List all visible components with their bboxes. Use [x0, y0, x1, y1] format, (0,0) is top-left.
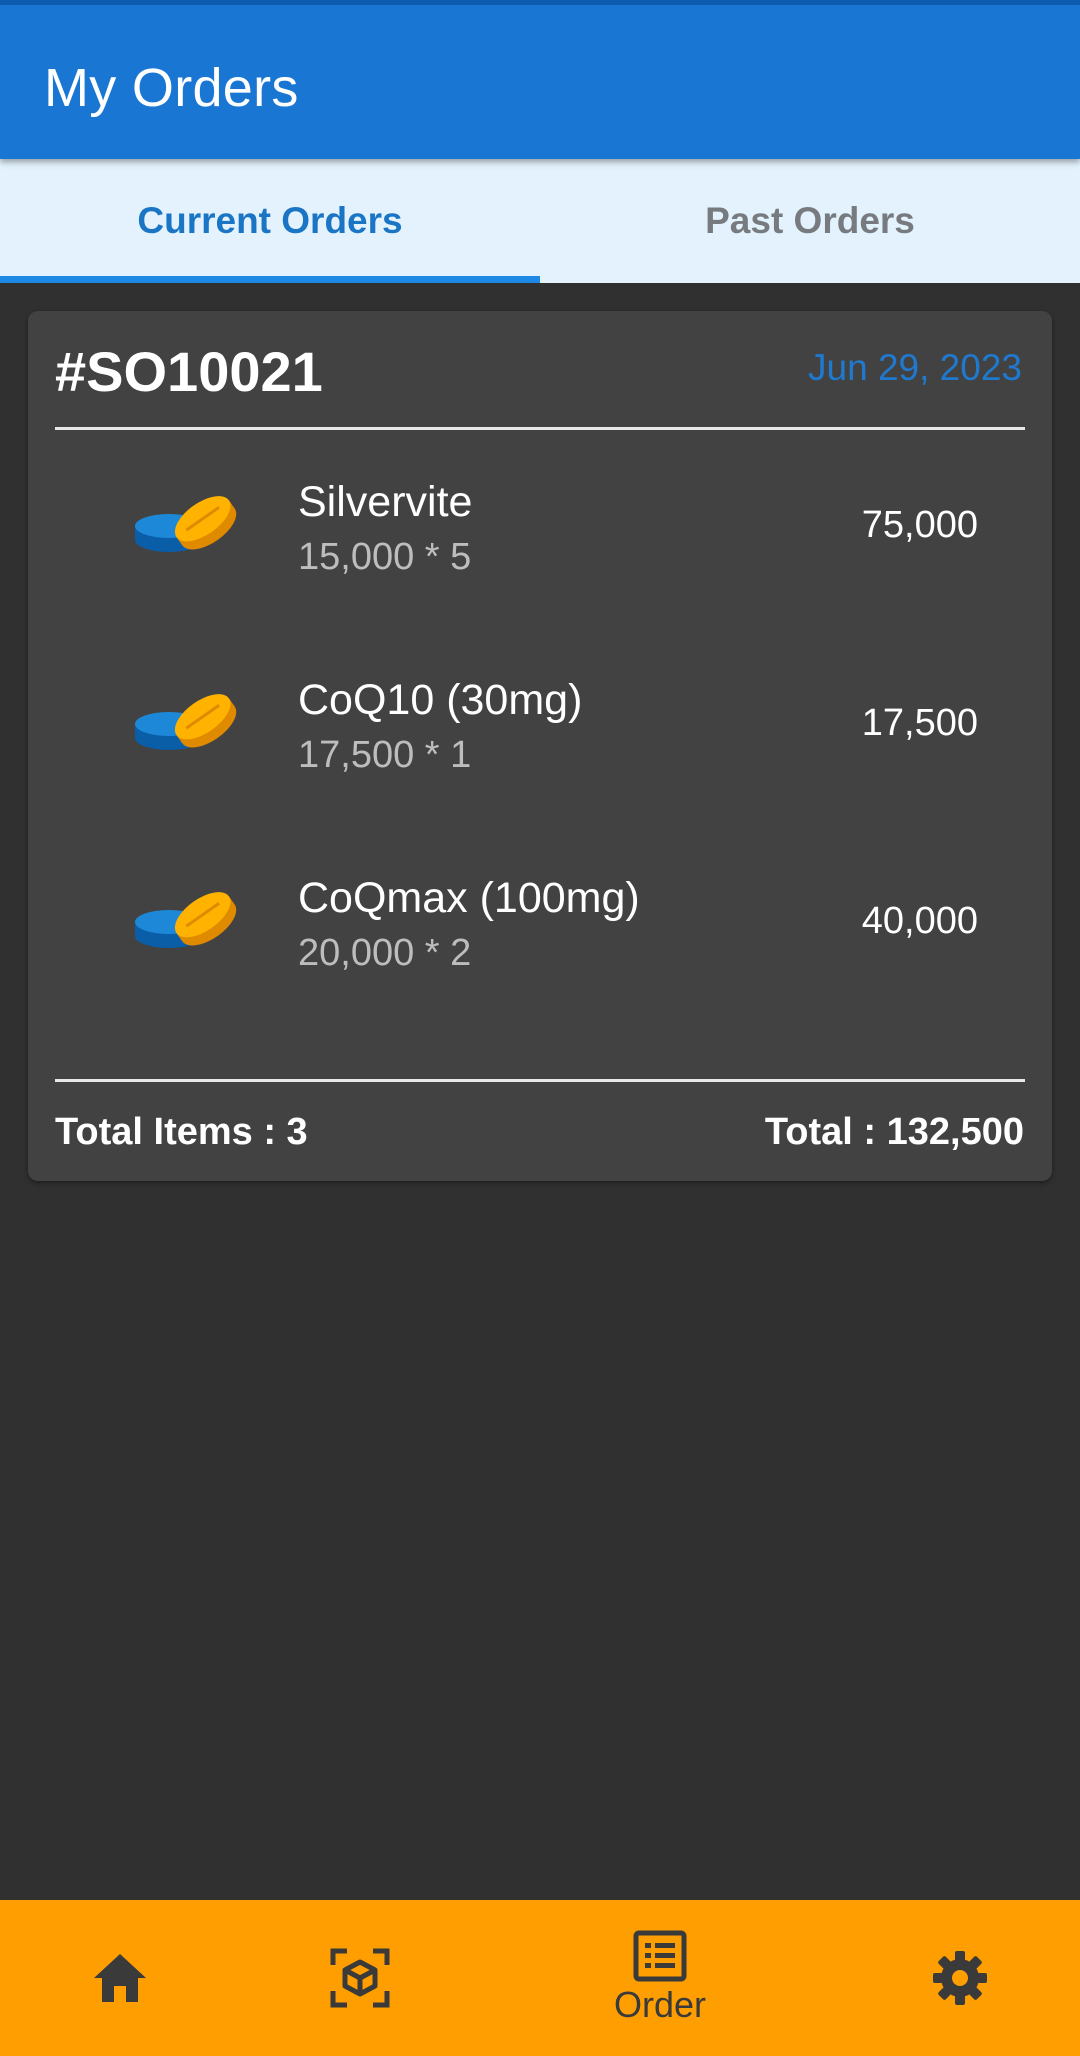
- home-icon: [90, 1950, 150, 2006]
- tab-current-orders[interactable]: Current Orders: [0, 159, 540, 283]
- pills-icon: [133, 484, 243, 564]
- total-items-count: Total Items : 3: [55, 1111, 308, 1153]
- product-scan-icon: [329, 1947, 391, 2009]
- item-line-total: 75,000: [861, 504, 978, 546]
- tab-selected-indicator: [0, 276, 540, 283]
- nav-home[interactable]: [30, 1900, 210, 2056]
- order-item[interactable]: CoQ10 (30mg) 17,500 * 1 17,500: [28, 644, 1052, 794]
- item-name: Silvervite: [298, 478, 473, 526]
- order-item[interactable]: Silvervite 15,000 * 5 75,000: [28, 446, 1052, 596]
- order-card[interactable]: #SO10021 Jun 29, 2023 Silvervite 15,000 …: [28, 311, 1052, 1181]
- card-divider-top: [55, 427, 1025, 430]
- app-bar: My Orders: [0, 0, 1080, 159]
- order-date: Jun 29, 2023: [808, 347, 1022, 388]
- tab-past-orders[interactable]: Past Orders: [540, 159, 1080, 283]
- item-line-total: 40,000: [861, 900, 978, 942]
- nav-order-label: Order: [613, 1984, 707, 2025]
- order-tabs: Current Orders Past Orders: [0, 159, 1080, 283]
- order-total: Total : 132,500: [764, 1111, 1024, 1153]
- item-name: CoQ10 (30mg): [298, 676, 583, 724]
- item-line-total: 17,500: [861, 702, 978, 744]
- card-divider-bottom: [55, 1079, 1025, 1082]
- page-title: My Orders: [44, 58, 299, 118]
- nav-products[interactable]: [270, 1900, 450, 2056]
- item-name: CoQmax (100mg): [298, 874, 640, 922]
- order-list-icon: [633, 1930, 687, 1982]
- settings-gear-icon: [931, 1949, 989, 2007]
- item-unit-price-quantity: 17,500 * 1: [298, 734, 472, 776]
- pills-icon: [133, 880, 243, 960]
- pills-icon: [133, 682, 243, 762]
- item-unit-price-quantity: 15,000 * 5: [298, 536, 472, 578]
- order-item[interactable]: CoQmax (100mg) 20,000 * 2 40,000: [28, 842, 1052, 992]
- nav-settings[interactable]: [870, 1900, 1050, 2056]
- bottom-navigation: Order: [0, 1900, 1080, 2056]
- nav-order[interactable]: Order: [570, 1900, 750, 2056]
- item-unit-price-quantity: 20,000 * 2: [298, 932, 472, 974]
- app-root: My Orders Current Orders Past Orders #SO…: [0, 0, 1080, 2056]
- order-number: #SO10021: [55, 340, 323, 403]
